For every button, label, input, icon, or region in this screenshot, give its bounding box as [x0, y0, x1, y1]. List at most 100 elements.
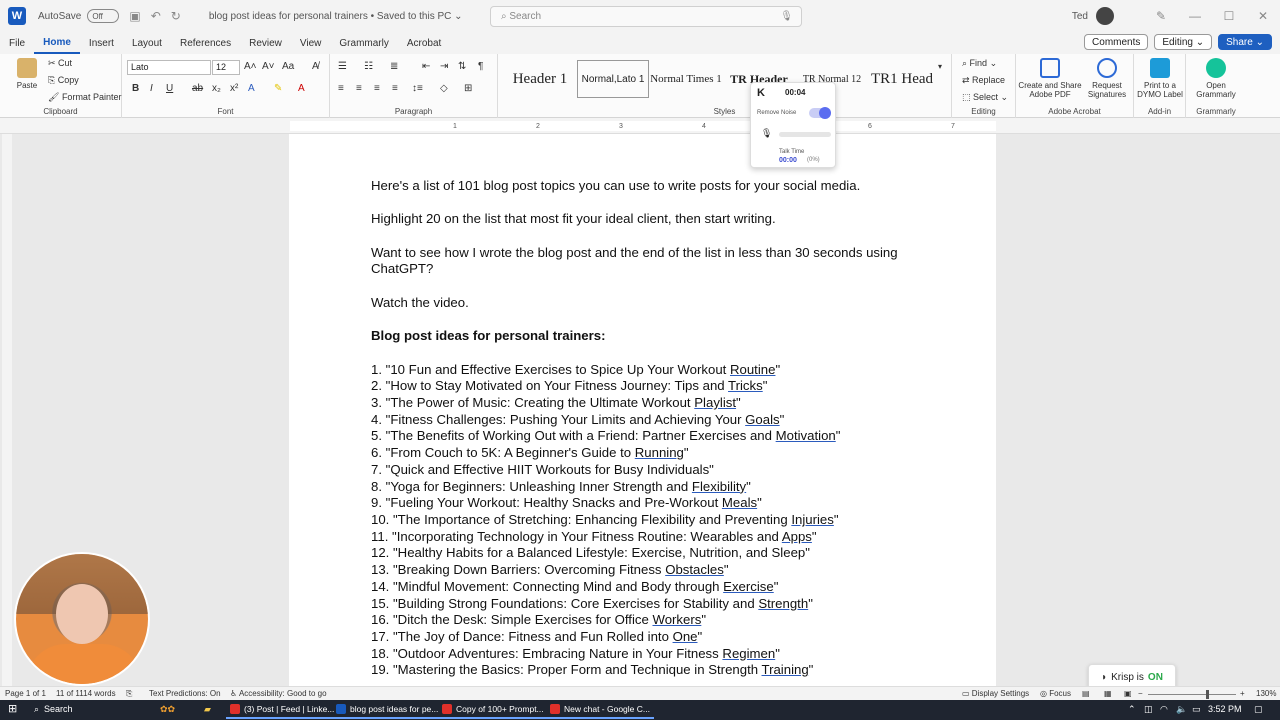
bold-icon[interactable]: B: [132, 83, 139, 94]
superscript-icon[interactable]: x²: [230, 83, 238, 94]
increase-indent-icon[interactable]: ⇥: [440, 61, 448, 72]
list-item[interactable]: 8. "Yoga for Beginners: Unleashing Inner…: [371, 479, 931, 496]
list-item[interactable]: 15. "Building Strong Foundations: Core E…: [371, 596, 931, 613]
close-button[interactable]: ✕: [1246, 9, 1280, 23]
krisp-widget[interactable]: K 00:04 Remove Noise 🎙 Talk Time 00:00 (…: [750, 82, 836, 168]
align-left-icon[interactable]: ≡: [338, 83, 344, 94]
redo-icon[interactable]: ↻: [171, 9, 181, 23]
list-item[interactable]: 6. "From Couch to 5K: A Beginner's Guide…: [371, 445, 931, 462]
comments-button[interactable]: Comments: [1084, 34, 1149, 50]
list-item[interactable]: 19. "Mastering the Basics: Proper Form a…: [371, 662, 931, 679]
text-effects-icon[interactable]: A: [248, 83, 255, 94]
tab-acrobat[interactable]: Acrobat: [398, 32, 450, 54]
list-item[interactable]: 3. "The Power of Music: Creating the Ult…: [371, 395, 931, 412]
notifications-icon[interactable]: ▢: [1254, 704, 1263, 715]
copy-button[interactable]: ⎘ Copy: [48, 75, 79, 86]
maximize-button[interactable]: ☐: [1212, 9, 1246, 23]
text-predictions[interactable]: Text Predictions: On: [149, 689, 221, 698]
strikethrough-icon[interactable]: ab: [192, 83, 203, 94]
list-item[interactable]: 1. "10 Fun and Effective Exercises to Sp…: [371, 362, 931, 379]
list-item[interactable]: 18. "Outdoor Adventures: Embracing Natur…: [371, 646, 931, 663]
share-button[interactable]: Share ⌄: [1218, 34, 1272, 50]
highlight-icon[interactable]: ✎: [274, 83, 282, 94]
list-item[interactable]: 2. "How to Stay Motivated on Your Fitnes…: [371, 378, 931, 395]
tab-home[interactable]: Home: [34, 32, 80, 54]
tab-review[interactable]: Review: [240, 32, 291, 54]
page-count[interactable]: Page 1 of 1: [5, 689, 46, 698]
justify-icon[interactable]: ≡: [392, 83, 398, 94]
minimize-button[interactable]: —: [1178, 9, 1212, 23]
wifi-icon[interactable]: ◠: [1160, 704, 1168, 715]
tray-chevron-icon[interactable]: ⌃: [1128, 704, 1136, 715]
multilevel-list-icon[interactable]: ≣: [390, 61, 398, 72]
list-item[interactable]: 16. "Ditch the Desk: Simple Exercises fo…: [371, 612, 931, 629]
battery-icon[interactable]: ▭: [1192, 704, 1201, 715]
microphone-icon[interactable]: 🎙: [780, 11, 793, 22]
intro-paragraph[interactable]: Want to see how I wrote the blog post an…: [371, 245, 931, 278]
autosave-toggle[interactable]: Off: [87, 9, 120, 23]
remove-noise-toggle[interactable]: [809, 107, 831, 119]
tab-insert[interactable]: Insert: [80, 32, 123, 54]
list-item[interactable]: 10. "The Importance of Stretching: Enhan…: [371, 512, 931, 529]
taskbar-app-word[interactable]: blog post ideas for pe...: [332, 701, 443, 719]
save-icon[interactable]: ▣: [129, 9, 140, 23]
document-body[interactable]: Here's a list of 101 blog post topics yo…: [371, 178, 931, 679]
find-button[interactable]: ⌕ Find ⌄: [962, 58, 997, 69]
change-case-icon[interactable]: Aa: [282, 61, 294, 72]
zoom-slider[interactable]: [1148, 694, 1236, 695]
tab-grammarly[interactable]: Grammarly: [330, 32, 397, 54]
document-page[interactable]: Here's a list of 101 blog post topics yo…: [289, 134, 996, 686]
web-layout-icon[interactable]: ▣: [1124, 689, 1132, 698]
tab-file[interactable]: File: [0, 32, 34, 54]
shading-icon[interactable]: ◇: [440, 83, 448, 94]
accessibility-status[interactable]: ♿ Accessibility: Good to go: [230, 689, 327, 698]
intro-paragraph[interactable]: Here's a list of 101 blog post topics yo…: [371, 178, 931, 195]
paste-button[interactable]: Paste: [10, 58, 44, 90]
read-mode-icon[interactable]: ▤: [1082, 689, 1090, 698]
windows-start-icon[interactable]: ⊞: [8, 702, 17, 715]
tab-view[interactable]: View: [291, 32, 331, 54]
weather-icon[interactable]: ✿✿: [160, 704, 175, 715]
style-tr1-heading[interactable]: TR1 Head: [869, 60, 935, 98]
sort-icon[interactable]: ⇅: [458, 61, 466, 72]
list-heading[interactable]: Blog post ideas for personal trainers:: [371, 328, 931, 345]
network-icon[interactable]: ◫: [1144, 704, 1153, 715]
search-input[interactable]: ⌕ Search 🎙: [490, 6, 802, 27]
line-spacing-icon[interactable]: ↕≡: [412, 83, 423, 94]
focus-mode[interactable]: ◎ Focus: [1040, 689, 1071, 698]
italic-icon[interactable]: I: [150, 83, 153, 94]
display-settings[interactable]: ▭ Display Settings: [962, 689, 1029, 698]
select-button[interactable]: ⬚ Select ⌄: [962, 92, 1008, 103]
subscript-icon[interactable]: x₂: [212, 83, 221, 94]
list-item[interactable]: 7. "Quick and Effective HIIT Workouts fo…: [371, 462, 931, 479]
grow-font-icon[interactable]: A˄: [244, 61, 257, 72]
list-item[interactable]: 17. "The Joy of Dance: Fitness and Fun R…: [371, 629, 931, 646]
avatar[interactable]: [1096, 7, 1114, 25]
taskbar-app-chat[interactable]: New chat - Google C...: [546, 701, 654, 719]
intro-paragraph[interactable]: Highlight 20 on the list that most fit y…: [371, 211, 931, 228]
list-item[interactable]: 11. "Incorporating Technology in Your Fi…: [371, 529, 931, 546]
style-header-1[interactable]: Header 1: [504, 60, 576, 98]
dymo-label-button[interactable]: Print to a DYMO Label: [1136, 58, 1184, 99]
print-layout-icon[interactable]: ▦: [1104, 689, 1112, 698]
taskbar-search[interactable]: ⌕ Search: [34, 704, 73, 715]
taskbar-clock[interactable]: 3:52 PM: [1208, 704, 1242, 714]
zoom-out-icon[interactable]: −: [1138, 689, 1143, 698]
zoom-level[interactable]: 130%: [1256, 689, 1276, 698]
align-right-icon[interactable]: ≡: [374, 83, 380, 94]
intro-paragraph[interactable]: Watch the video.: [371, 295, 931, 312]
undo-icon[interactable]: ↶: [151, 9, 161, 23]
proofing-icon[interactable]: ⎘: [126, 689, 132, 699]
volume-icon[interactable]: 🔈: [1176, 704, 1187, 715]
numbering-icon[interactable]: ☷: [364, 61, 373, 72]
taskbar-app-prompts[interactable]: Copy of 100+ Prompt...: [438, 701, 548, 719]
cut-button[interactable]: ✂ Cut: [48, 58, 72, 69]
replace-button[interactable]: ⇄ Replace: [962, 75, 1005, 86]
underline-icon[interactable]: U: [166, 83, 173, 94]
format-painter-button[interactable]: 🖌 Format Painter: [48, 92, 121, 103]
krisp-microphone-icon[interactable]: 🎙: [761, 128, 772, 139]
pen-icon[interactable]: ✎: [1144, 9, 1178, 23]
request-signatures-button[interactable]: Request Signatures: [1084, 58, 1130, 99]
list-item[interactable]: 5. "The Benefits of Working Out with a F…: [371, 428, 931, 445]
editing-mode-button[interactable]: Editing ⌄: [1154, 34, 1213, 50]
